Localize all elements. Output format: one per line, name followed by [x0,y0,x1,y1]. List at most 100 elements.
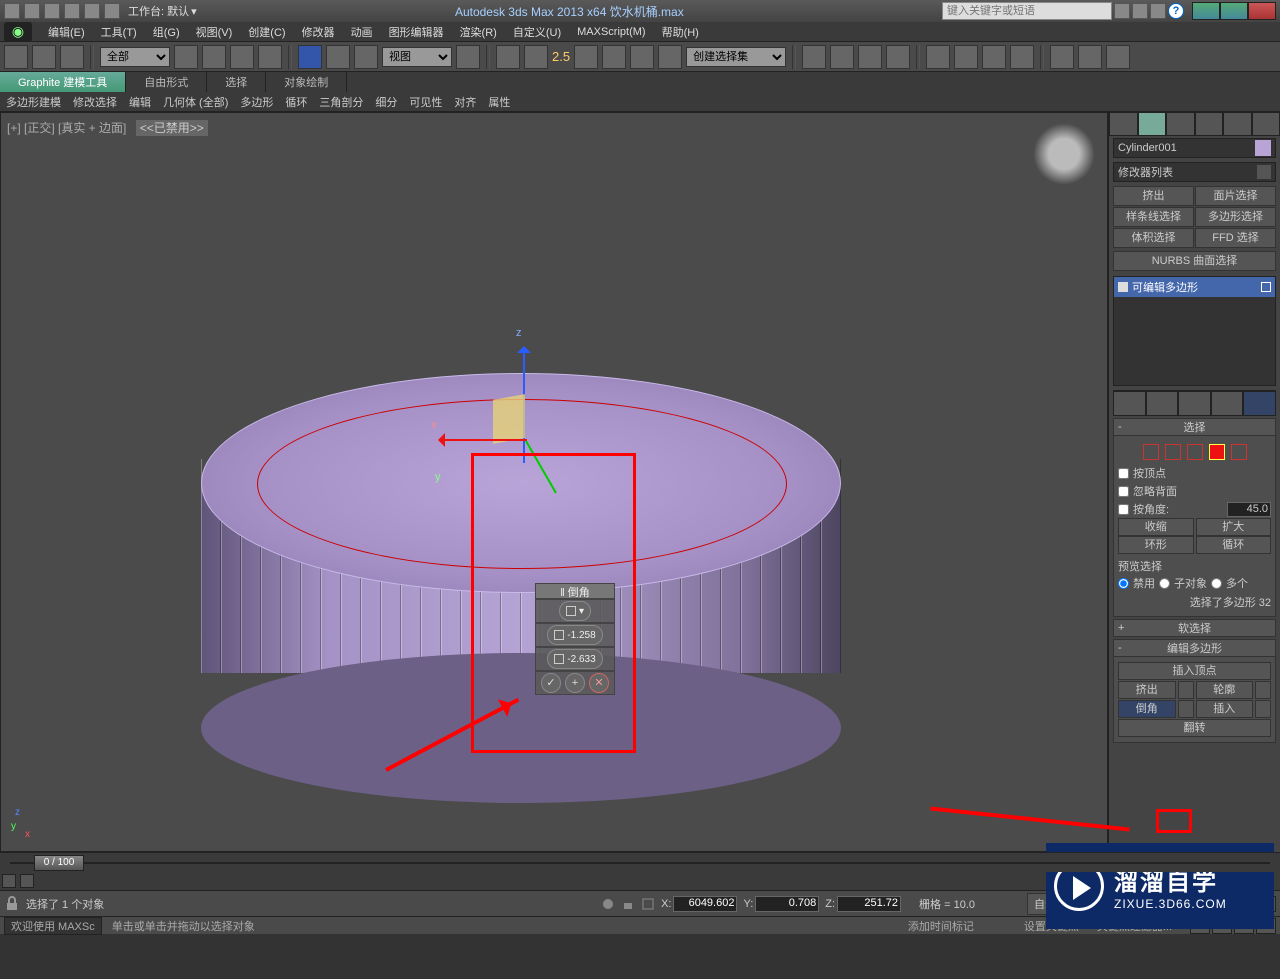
bevel-caddy[interactable]: ‖ 倒角 ▾ -1.258 -2.633 ✓ + ✕ [535,583,615,695]
cp-create-tab[interactable] [1109,112,1138,136]
menu-tools[interactable]: 工具(T) [93,24,145,40]
flip-button[interactable]: 翻转 [1118,719,1271,737]
app-menu-button[interactable]: ◉ [4,22,32,42]
extrude-settings-icon[interactable] [1178,681,1194,699]
help-icon[interactable]: ? [1168,3,1184,19]
keyboard-icon[interactable] [524,45,548,69]
grow-button[interactable]: 扩大 [1196,518,1272,536]
cp-modify-tab[interactable] [1138,112,1167,136]
stack-unique-btn[interactable] [1178,391,1211,416]
schematic-icon[interactable] [926,45,950,69]
rp-geometry[interactable]: 几何体 (全部) [157,94,234,110]
cp-utilities-tab[interactable] [1252,112,1280,136]
favorites-icon[interactable] [1132,3,1148,19]
mod-extrude[interactable]: 挤出 [1113,186,1194,206]
preview-off-radio[interactable] [1118,578,1129,589]
layers-icon[interactable] [858,45,882,69]
move-icon[interactable] [298,45,322,69]
subobj-border-icon[interactable] [1187,444,1203,460]
pivot-icon[interactable] [456,45,480,69]
stack-toggle-icon[interactable] [1261,282,1271,292]
trackbar-btn1[interactable] [2,874,16,888]
search-input[interactable] [942,2,1112,20]
inset-button[interactable]: 插入 [1196,700,1254,718]
by-vertex-checkbox[interactable] [1118,468,1129,479]
menu-customize[interactable]: 自定义(U) [505,24,569,40]
stack-showend-btn[interactable] [1146,391,1179,416]
bevel-settings-icon[interactable] [1178,700,1194,718]
caddy-apply-icon[interactable]: + [565,673,585,693]
cp-hierarchy-tab[interactable] [1166,112,1195,136]
time-slider[interactable]: 0 / 100 [0,852,1280,872]
exchange-icon[interactable] [1150,3,1166,19]
render-frame-icon[interactable] [1010,45,1034,69]
rp-visibility[interactable]: 可见性 [403,94,448,110]
y-coord-input[interactable]: 0.708 [755,896,819,912]
unlink-icon[interactable] [32,45,56,69]
curve-editor-icon[interactable] [886,45,910,69]
angle-spinner[interactable]: 45.0 [1227,502,1271,517]
tab-freeform[interactable]: 自由形式 [126,72,207,92]
bevel-button[interactable]: 倒角 [1118,700,1176,718]
menu-help[interactable]: 帮助(H) [654,24,707,40]
by-angle-checkbox[interactable] [1118,504,1129,515]
snap-label[interactable]: 2.5 [552,49,570,64]
caddy-outline[interactable]: -2.633 [547,649,602,669]
align-icon[interactable] [830,45,854,69]
subobj-element-icon[interactable] [1231,444,1247,460]
selection-filter[interactable]: 全部 [100,47,170,67]
menu-edit[interactable]: 编辑(E) [40,24,93,40]
bind-icon[interactable] [60,45,84,69]
window-maximize[interactable] [1220,2,1248,20]
preview-multi-radio[interactable] [1211,578,1222,589]
caddy-cancel-icon[interactable]: ✕ [589,673,609,693]
mod-volsel[interactable]: 体积选择 [1113,228,1194,248]
spinner-snap-icon[interactable] [630,45,654,69]
window-close[interactable] [1248,2,1276,20]
mod-nurbs[interactable]: NURBS 曲面选择 [1113,251,1276,271]
menu-animation[interactable]: 动画 [343,24,381,40]
stack-pin-btn[interactable] [1113,391,1146,416]
tab-graphite[interactable]: Graphite 建模工具 [0,72,126,92]
insert-vertex-button[interactable]: 插入顶点 [1118,662,1271,680]
add-time-tag[interactable]: 添加时间标记 [908,918,974,934]
outline-settings-icon[interactable] [1255,681,1271,699]
stack-config-btn[interactable] [1243,391,1276,416]
rp-tris[interactable]: 三角剖分 [313,94,369,110]
workspace-label[interactable]: 工作台: 默认 [128,3,189,19]
stack-pin-icon[interactable] [1118,282,1128,292]
shrink-button[interactable]: 收缩 [1118,518,1194,536]
scale-icon[interactable] [354,45,378,69]
snap-angle-icon[interactable] [574,45,598,69]
object-color-swatch[interactable] [1255,140,1271,156]
stack-remove-btn[interactable] [1211,391,1244,416]
z-coord-input[interactable]: 251.72 [837,896,901,912]
window-crossing-icon[interactable] [258,45,282,69]
rotate-icon[interactable] [326,45,350,69]
rp-polymodel[interactable]: 多边形建模 [0,94,67,110]
material-editor-icon[interactable] [954,45,978,69]
pin-icon[interactable] [601,897,615,911]
rp-modifysel[interactable]: 修改选择 [67,94,123,110]
select-region-icon[interactable] [230,45,254,69]
cp-display-tab[interactable] [1223,112,1252,136]
rp-polygons[interactable]: 多边形 [234,94,279,110]
caddy-height[interactable]: -1.258 [547,625,602,645]
menu-maxscript[interactable]: MAXScript(M) [569,26,653,38]
teapot-icon[interactable] [1078,45,1102,69]
caddy-ok-icon[interactable]: ✓ [541,673,561,693]
viewport[interactable]: [+] [正交] [真实 + 边面] <<已禁用>> z x y ‖ 倒角 ▾ [0,112,1108,852]
tab-objectpaint[interactable]: 对象绘制 [266,72,347,92]
viewport-label[interactable]: [+] [正交] [真实 + 边面] <<已禁用>> [7,119,208,136]
snap-percent-icon[interactable] [602,45,626,69]
named-selection-dropdown[interactable]: 创建选择集 [686,47,786,67]
editpoly-rollout-header[interactable]: -编辑多边形 [1113,639,1276,657]
rp-loops[interactable]: 循环 [279,94,313,110]
tab-selection[interactable]: 选择 [207,72,266,92]
manipulate-icon[interactable] [496,45,520,69]
rp-subdiv[interactable]: 细分 [369,94,403,110]
menu-views[interactable]: 视图(V) [188,24,241,40]
x-coord-input[interactable]: 6049.602 [673,896,737,912]
mod-polysel[interactable]: 多边形选择 [1195,207,1276,227]
cp-motion-tab[interactable] [1195,112,1224,136]
